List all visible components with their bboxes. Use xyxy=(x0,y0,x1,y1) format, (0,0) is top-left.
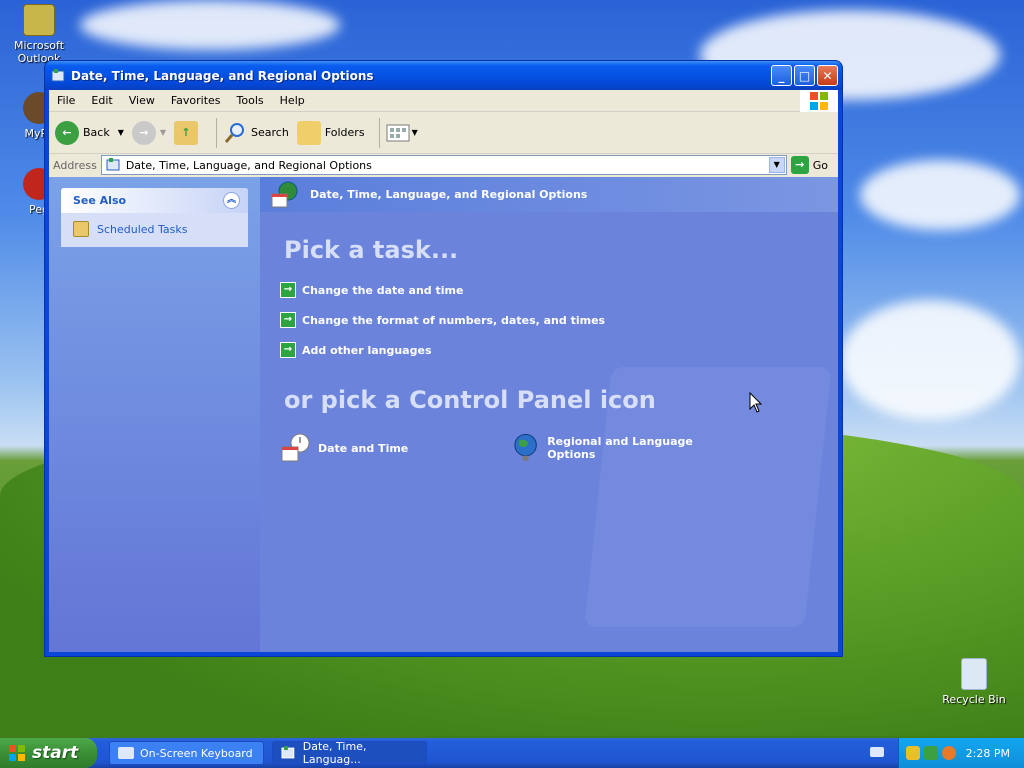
chevron-down-icon[interactable]: ▼ xyxy=(412,128,418,137)
standard-toolbar: ← Back ▼ → ▼ ↑ Search Folders ▼ xyxy=(49,112,838,154)
cp-icon-label: Date and Time xyxy=(318,441,409,455)
folders-label: Folders xyxy=(324,126,365,139)
taskbar-item-on-screen-keyboard[interactable]: On-Screen Keyboard xyxy=(109,741,264,765)
views-icon xyxy=(386,124,410,141)
search-button[interactable]: Search xyxy=(223,121,289,145)
taskbar-item-label: On-Screen Keyboard xyxy=(140,746,253,760)
folders-icon xyxy=(296,120,321,145)
task-change-date-time[interactable]: → Change the date and time xyxy=(260,282,838,298)
start-button[interactable]: start xyxy=(0,738,97,768)
system-tray: 2:28 PM xyxy=(898,738,1024,768)
menu-tools[interactable]: Tools xyxy=(229,94,272,107)
see-also-panel: See Also ︽ Scheduled Tasks xyxy=(61,188,248,247)
address-dropdown-button[interactable]: ▼ xyxy=(768,157,785,173)
globe-icon xyxy=(514,433,537,461)
address-label: Address xyxy=(53,158,97,172)
content-area: See Also ︽ Scheduled Tasks Date, Time, L… xyxy=(49,177,838,652)
see-also-item-scheduled-tasks[interactable]: Scheduled Tasks xyxy=(61,213,248,247)
windows-flag-icon xyxy=(9,745,25,761)
toolbar-separator xyxy=(216,117,218,148)
cloud xyxy=(80,0,340,50)
taskbar-item-label: Date, Time, Languag... xyxy=(302,740,367,766)
task-arrow-icon: → xyxy=(280,312,296,328)
go-label: Go xyxy=(812,158,828,172)
menu-help[interactable]: Help xyxy=(272,94,313,107)
recycle-bin-icon xyxy=(961,658,987,690)
collapse-icon[interactable]: ︽ xyxy=(223,192,240,209)
search-icon[interactable] xyxy=(941,746,956,760)
toolbar-separator xyxy=(378,117,380,148)
explorer-window: Date, Time, Language, and Regional Optio… xyxy=(44,60,843,657)
watermark-graphic xyxy=(584,367,832,627)
cloud xyxy=(860,160,1020,230)
taskbar: start On-Screen Keyboard Date, Time, Lan… xyxy=(0,738,1024,768)
views-button[interactable]: ▼ xyxy=(386,123,418,143)
folders-button[interactable]: Folders xyxy=(296,120,365,145)
cloud xyxy=(840,300,1020,420)
forward-button[interactable]: → ▼ xyxy=(131,120,166,145)
task-add-languages[interactable]: → Add other languages xyxy=(260,342,838,358)
date-and-time-icon-link[interactable]: Date and Time xyxy=(280,432,510,464)
close-button[interactable]: ✕ xyxy=(817,65,838,86)
address-bar: Address Date, Time, Language, and Region… xyxy=(49,154,838,176)
date-time-globe-icon xyxy=(271,181,298,207)
maximize-button[interactable]: □ xyxy=(794,65,815,86)
back-button[interactable]: ← Back ▼ xyxy=(55,120,124,145)
pick-task-heading: Pick a task... xyxy=(284,236,459,264)
category-title: Date, Time, Language, and Regional Optio… xyxy=(310,188,588,201)
menu-file[interactable]: File xyxy=(49,94,83,107)
back-label: Back xyxy=(83,126,110,139)
control-panel-icon xyxy=(51,68,65,81)
date-time-icon xyxy=(281,433,310,462)
forward-arrow-icon: → xyxy=(131,120,156,145)
mouse-cursor-icon xyxy=(749,392,763,413)
category-banner: Date, Time, Language, and Regional Optio… xyxy=(260,177,838,212)
keyboard-icon xyxy=(118,747,134,759)
task-label: Change the date and time xyxy=(302,283,464,297)
network-icon[interactable] xyxy=(923,746,938,760)
outlook-icon xyxy=(23,4,55,36)
window-title: Date, Time, Language, and Regional Optio… xyxy=(71,68,374,83)
see-also-title: See Also xyxy=(73,194,127,207)
clock[interactable]: 2:28 PM xyxy=(966,747,1010,760)
window-body: File Edit View Favorites Tools Help ← Ba… xyxy=(49,90,838,652)
task-pane: See Also ︽ Scheduled Tasks xyxy=(49,177,260,652)
go-button[interactable]: → Go xyxy=(790,156,828,174)
back-arrow-icon: ← xyxy=(55,120,79,145)
desktop-icon-recycle-bin[interactable]: Recycle Bin xyxy=(939,658,1009,706)
up-folder-button[interactable]: ↑ xyxy=(174,120,202,145)
desktop-icon-outlook[interactable]: Microsoft Outlook xyxy=(4,4,74,65)
chevron-down-icon[interactable]: ▼ xyxy=(118,128,124,137)
control-panel-icon xyxy=(106,158,120,171)
menu-bar: File Edit View Favorites Tools Help xyxy=(49,90,838,112)
windows-logo-icon xyxy=(800,90,838,112)
menu-view[interactable]: View xyxy=(121,94,163,107)
minimize-button[interactable]: _ xyxy=(771,65,792,86)
scheduled-tasks-icon xyxy=(73,221,89,237)
chevron-down-icon[interactable]: ▼ xyxy=(160,128,166,137)
see-also-header[interactable]: See Also ︽ xyxy=(61,188,248,213)
task-label: Add other languages xyxy=(302,343,432,357)
address-value: Date, Time, Language, and Regional Optio… xyxy=(125,158,372,172)
task-arrow-icon: → xyxy=(280,342,296,358)
search-icon xyxy=(224,122,245,143)
menu-edit[interactable]: Edit xyxy=(83,94,120,107)
task-change-format[interactable]: → Change the format of numbers, dates, a… xyxy=(260,312,838,328)
task-label: Change the format of numbers, dates, and… xyxy=(302,313,606,327)
up-folder-icon: ↑ xyxy=(174,120,199,145)
search-label: Search xyxy=(251,126,289,139)
menu-favorites[interactable]: Favorites xyxy=(163,94,229,107)
task-arrow-icon: → xyxy=(280,282,296,298)
control-panel-icon xyxy=(281,746,295,759)
security-shield-icon[interactable] xyxy=(905,746,920,760)
see-also-item-label: Scheduled Tasks xyxy=(97,222,188,236)
desktop-icon-label: Recycle Bin xyxy=(942,693,1006,706)
category-pane: Date, Time, Language, and Regional Optio… xyxy=(260,177,838,652)
go-arrow-icon: → xyxy=(790,156,809,174)
title-bar[interactable]: Date, Time, Language, and Regional Optio… xyxy=(45,61,842,90)
address-field[interactable]: Date, Time, Language, and Regional Optio… xyxy=(100,155,787,175)
start-label: start xyxy=(32,743,79,763)
taskbar-item-date-time[interactable]: Date, Time, Languag... xyxy=(272,740,427,766)
keyboard-layout-icon[interactable] xyxy=(870,747,884,757)
